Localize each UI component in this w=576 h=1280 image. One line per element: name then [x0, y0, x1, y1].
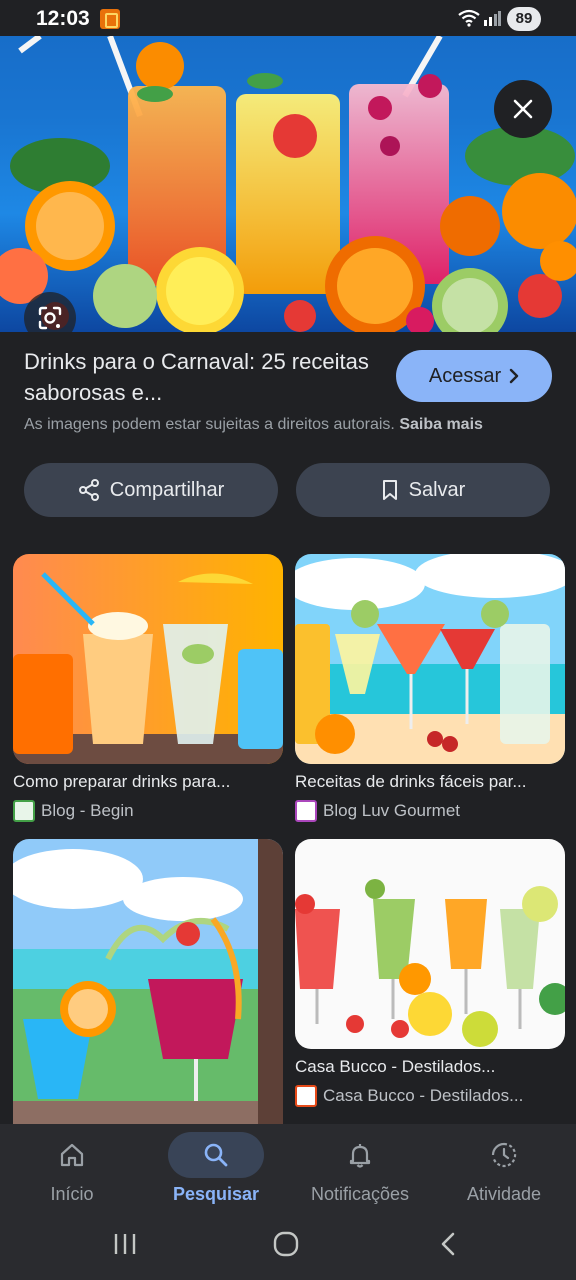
related-title[interactable]: Receitas de drinks fáceis par... [295, 772, 565, 792]
nav-label: Notificações [310, 1184, 410, 1204]
status-bar: 12:03 89 [0, 0, 576, 36]
back-icon[interactable] [438, 1231, 458, 1257]
related-source-label: Blog - Begin [41, 801, 134, 820]
related-source-label: Blog Luv Gourmet [323, 801, 461, 820]
wifi-icon [458, 9, 480, 27]
begin-favicon-icon [13, 800, 35, 822]
related-source: Blog Luv Gourmet [295, 800, 565, 822]
related-card[interactable]: Como preparar drinks para... Blog - Begi… [13, 554, 283, 822]
recent-apps-icon[interactable] [112, 1232, 138, 1256]
nav-item-activity[interactable]: Atividade [432, 1124, 576, 1220]
related-image[interactable] [295, 554, 565, 764]
related-source: Blog - Begin [13, 800, 283, 822]
system-navigation-bar [0, 1220, 576, 1280]
related-image[interactable] [295, 839, 565, 1049]
luv-gourmet-favicon-icon [295, 800, 317, 822]
close-icon [513, 99, 533, 119]
hero-image[interactable] [0, 36, 576, 332]
related-source: Casa Bucco - Destilados... [295, 1085, 565, 1107]
related-title[interactable]: Casa Bucco - Destilados... [295, 1057, 565, 1077]
nav-item-home[interactable]: Início [0, 1124, 144, 1220]
bottom-navigation: Início Pesquisar Notificações Atividade [0, 1124, 576, 1220]
related-card[interactable] [13, 839, 283, 1124]
notification-app-icon [100, 9, 120, 29]
home-icon [60, 1143, 84, 1167]
related-image[interactable] [13, 554, 283, 764]
related-image[interactable] [13, 839, 283, 1124]
nav-label: Início [50, 1184, 94, 1204]
related-card[interactable]: Receitas de drinks fáceis par... Blog Lu… [295, 554, 565, 822]
visit-button[interactable]: Acessar [396, 350, 552, 402]
related-source-label: Casa Bucco - Destilados... [323, 1086, 524, 1105]
drinks-illustration [0, 36, 576, 332]
copyright-text: As imagens podem estar sujeitas a direit… [24, 416, 395, 433]
share-icon [78, 479, 99, 501]
nav-label: Pesquisar [172, 1184, 260, 1204]
nav-item-search[interactable]: Pesquisar [144, 1124, 288, 1220]
share-button-label: Compartilhar [109, 478, 225, 501]
save-button[interactable]: Salvar [296, 463, 550, 517]
casa-bucco-favicon-icon [295, 1085, 317, 1107]
save-button-label: Salvar [408, 478, 466, 501]
visit-button-label: Acessar [428, 364, 502, 387]
home-button-icon[interactable] [272, 1230, 300, 1258]
nav-item-notifications[interactable]: Notificações [288, 1124, 432, 1220]
related-title[interactable]: Como preparar drinks para... [13, 772, 283, 792]
status-time: 12:03 [36, 7, 90, 30]
chevron-right-icon [509, 368, 519, 384]
share-button[interactable]: Compartilhar [24, 463, 278, 517]
lens-icon [38, 306, 62, 330]
close-button[interactable] [494, 80, 552, 138]
battery-indicator: 89 [507, 7, 541, 31]
result-title[interactable]: Drinks para o Carnaval: 25 receitas sabo… [24, 346, 374, 408]
related-card[interactable]: Casa Bucco - Destilados... Casa Bucco - … [295, 839, 565, 1107]
nav-label: Atividade [466, 1184, 542, 1204]
learn-more-link[interactable]: Saiba mais [399, 416, 483, 433]
bookmark-icon [382, 480, 397, 500]
bell-icon [349, 1144, 371, 1168]
signal-icon [484, 11, 501, 26]
search-icon [204, 1143, 228, 1167]
copyright-notice: As imagens podem estar sujeitas a direit… [24, 416, 483, 434]
history-icon [491, 1142, 517, 1168]
